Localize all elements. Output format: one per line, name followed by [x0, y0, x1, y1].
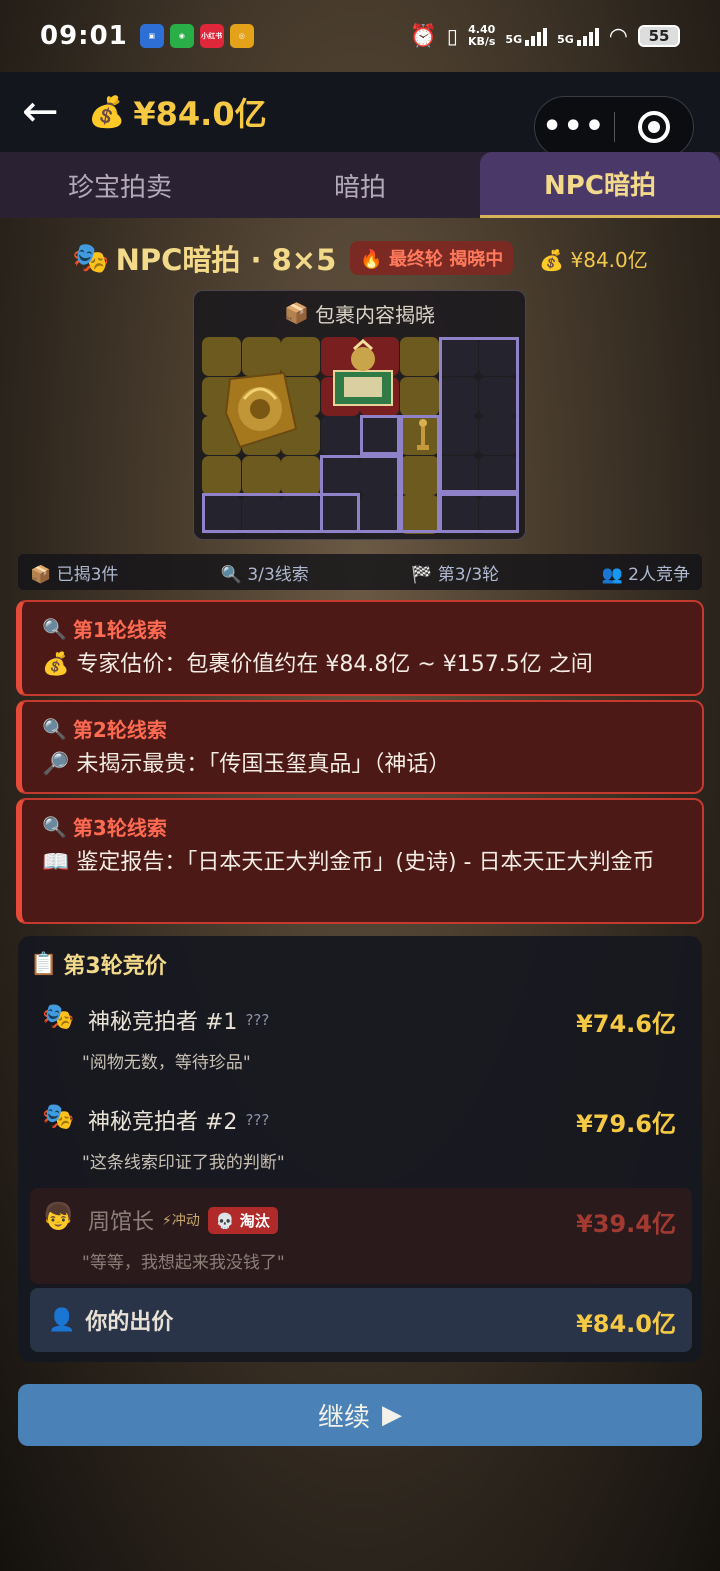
tab-treasure-auction[interactable]: 珍宝拍卖	[0, 152, 240, 218]
theater-mask-icon: 🎭	[42, 1102, 75, 1132]
clue-text: 💰 专家估价：包裹价值约在 ¥84.8亿 ~ ¥157.5亿 之间	[42, 652, 593, 677]
tab-npc-blind-auction[interactable]: NPC暗拍	[480, 152, 720, 218]
bidder-tag: ???	[245, 1111, 270, 1129]
notification-icons: ▣ ◉ 小红书 ◎	[139, 24, 254, 48]
impulse-tag: ⚡冲动	[162, 1213, 200, 1229]
grid-cell	[320, 416, 360, 455]
wifi-icon: ◠	[608, 23, 628, 49]
play-arrow-icon: ▶	[382, 1400, 402, 1430]
auction-title-row: 🎭 NPC暗拍 · 8×5 🔥 最终轮 揭晓中 💰 ¥84.0亿	[0, 236, 720, 280]
bidder-name: 神秘竞拍者 #1	[88, 1010, 238, 1035]
page-title: NPC暗拍 · 8×5	[115, 243, 337, 277]
my-bid-price: ¥84.0亿	[576, 1310, 676, 1338]
status-bar: 09:01 ▣ ◉ 小红书 ◎ ⏰ ▯ 4.40 KB/s 5G 5G ◠ 55	[0, 0, 720, 72]
vibrate-icon: ▯	[446, 24, 458, 48]
hidden-item-outline	[320, 455, 400, 533]
round-indicator: 🏁 第3/3轮	[411, 564, 500, 585]
bidding-title: 📋 第3轮竞价	[30, 951, 167, 980]
bidder-name: 周馆长	[88, 1210, 155, 1235]
theater-mask-icon: 🎭	[72, 240, 110, 276]
clipboard-icon: 📋	[30, 951, 58, 977]
app-icon: ▣	[139, 24, 164, 48]
grid-cell	[202, 455, 241, 495]
eliminated-badge: 💀 淘汰	[207, 1206, 278, 1234]
final-round-badge: 🔥 最终轮 揭晓中	[350, 241, 514, 275]
grid-cell	[399, 376, 439, 416]
theater-mask-icon: 🎭	[42, 1002, 75, 1032]
boy-avatar-icon: 👦	[42, 1202, 75, 1232]
top-header: ← 💰 ¥84.0亿 •••	[0, 72, 720, 158]
grid-cell	[241, 455, 281, 495]
clue-card-1: 🔍 第1轮线索 💰 专家估价：包裹价值约在 ¥84.8亿 ~ ¥157.5亿 之间	[16, 600, 704, 696]
peacock-relic-icon	[222, 369, 300, 451]
stats-bar: 📦 已揭3件 🔍 3/3线索 🏁 第3/3轮 👥 2人竞争	[18, 554, 702, 590]
package-reveal-panel: 📦 包裹内容揭晓	[193, 290, 526, 540]
xiaohongshu-icon: 小红书	[199, 24, 224, 48]
back-arrow-icon[interactable]: ←	[22, 90, 82, 134]
wechat-icon: ◉	[169, 24, 194, 48]
title-balance: 💰 ¥84.0亿	[539, 247, 648, 272]
package-box-icon: 📦	[284, 301, 309, 325]
more-icon[interactable]: •••	[535, 112, 614, 142]
bidder-tag: ???	[245, 1011, 270, 1029]
tab-blind-auction[interactable]: 暗拍	[240, 152, 480, 218]
user-icon: 👤	[48, 1307, 76, 1333]
competitor-count: 👥 2人竞争	[601, 564, 690, 585]
bidder-price: ¥74.6亿	[576, 1010, 676, 1038]
bidder-quote: "阅物无数，等待珍品"	[82, 1053, 251, 1073]
magnifier-icon: 🔍	[42, 616, 67, 641]
net-speed: 4.40 KB/s	[467, 23, 496, 48]
continue-button[interactable]: 继续 ▶	[18, 1384, 702, 1446]
clue-card-2: 🔍 第2轮线索 🔎 未揭示最贵：「传国玉玺真品」（神话）	[16, 700, 704, 794]
bidder-row-3-eliminated: 👦 周馆长 ⚡冲动 💀 淘汰 "等等，我想起来我没钱了" ¥39.4亿	[30, 1188, 692, 1284]
jade-seal-box-icon	[324, 337, 402, 415]
gold-statuette-icon	[414, 417, 432, 453]
clock: 09:01	[40, 21, 128, 51]
money-bag-icon: 💰	[88, 94, 126, 130]
magnifier-icon: 🔍	[42, 716, 67, 741]
bidder-name: 神秘竞拍者 #2	[88, 1110, 238, 1135]
grid-cell	[281, 455, 320, 495]
hidden-item-outline	[439, 493, 519, 533]
weibo-icon: ◎	[229, 24, 254, 48]
signal-5g-1: 5G	[505, 26, 548, 46]
revealed-count: 📦 已揭3件	[30, 564, 119, 585]
bidding-panel: 📋 第3轮竞价 🎭 神秘竞拍者 #1??? "阅物无数，等待珍品" ¥74.6亿…	[18, 936, 702, 1362]
bidder-price: ¥39.4亿	[576, 1210, 676, 1238]
bidder-quote: "等等，我想起来我没钱了"	[82, 1253, 285, 1273]
bidder-quote: "这条线索印证了我的判断"	[82, 1153, 285, 1173]
package-title: 📦 包裹内容揭晓	[284, 301, 435, 327]
bidder-row-1: 🎭 神秘竞拍者 #1??? "阅物无数，等待珍品" ¥74.6亿	[30, 988, 692, 1084]
tab-bar: 珍宝拍卖 暗拍 NPC暗拍	[0, 152, 720, 218]
clue-card-3: 🔍 第3轮线索 📖 鉴定报告：「日本天正大判金币」(史诗) - 日本天正大判金币	[16, 798, 704, 924]
battery-indicator: 55	[638, 25, 680, 47]
bidder-row-2: 🎭 神秘竞拍者 #2??? "这条线索印证了我的判断" ¥79.6亿	[30, 1088, 692, 1184]
my-bid-row: 👤 你的出价 ¥84.0亿	[30, 1288, 692, 1352]
clue-text: 🔎 未揭示最贵：「传国玉玺真品」（神话）	[42, 752, 451, 777]
signal-5g-2: 5G	[557, 26, 599, 46]
bidder-price: ¥79.6亿	[576, 1110, 676, 1138]
hidden-item-outline	[360, 415, 400, 455]
grid-cell	[399, 337, 439, 376]
mini-program-capsule: •••	[534, 96, 694, 158]
header-balance: ¥84.0亿	[133, 95, 267, 133]
hidden-item-outline	[439, 337, 519, 493]
close-target-icon[interactable]	[615, 111, 694, 143]
clue-count: 🔍 3/3线索	[220, 564, 309, 585]
package-grid	[202, 337, 519, 534]
magnifier-icon: 🔍	[42, 814, 67, 839]
clue-text: 📖 鉴定报告：「日本天正大判金币」(史诗) - 日本天正大判金币	[42, 850, 655, 875]
alarm-icon: ⏰	[409, 23, 437, 49]
